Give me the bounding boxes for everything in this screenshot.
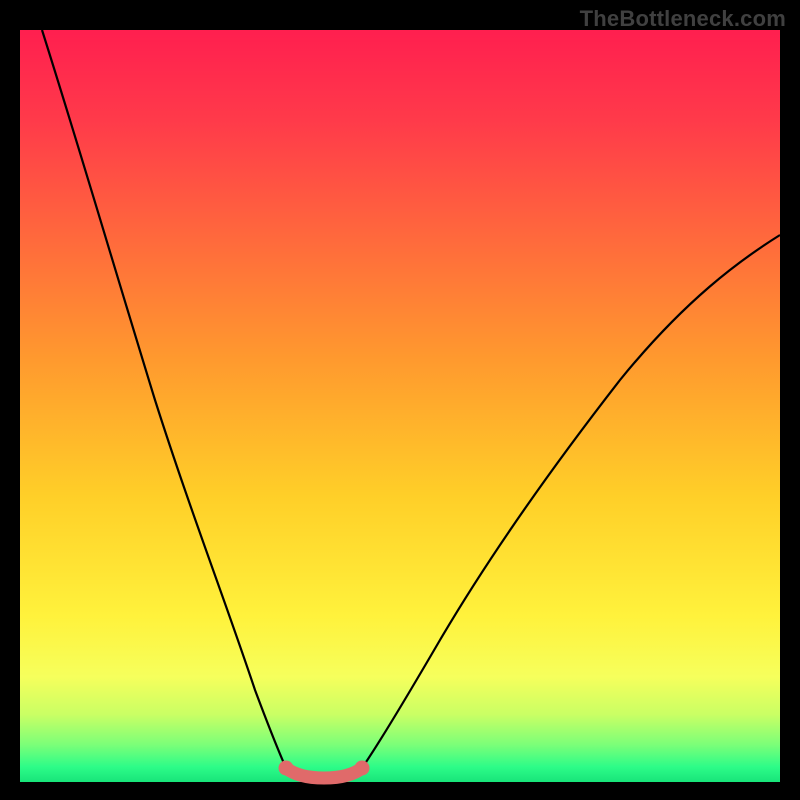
curve-left-branch xyxy=(42,30,286,768)
curve-svg xyxy=(20,30,780,782)
flat-bottom-segment xyxy=(286,768,362,778)
curve-right-branch xyxy=(362,235,780,768)
chart-frame: TheBottleneck.com xyxy=(0,0,800,800)
flat-left-dot xyxy=(279,761,294,776)
flat-right-dot xyxy=(355,761,370,776)
watermark-text: TheBottleneck.com xyxy=(580,6,786,32)
plot-area xyxy=(20,30,780,782)
